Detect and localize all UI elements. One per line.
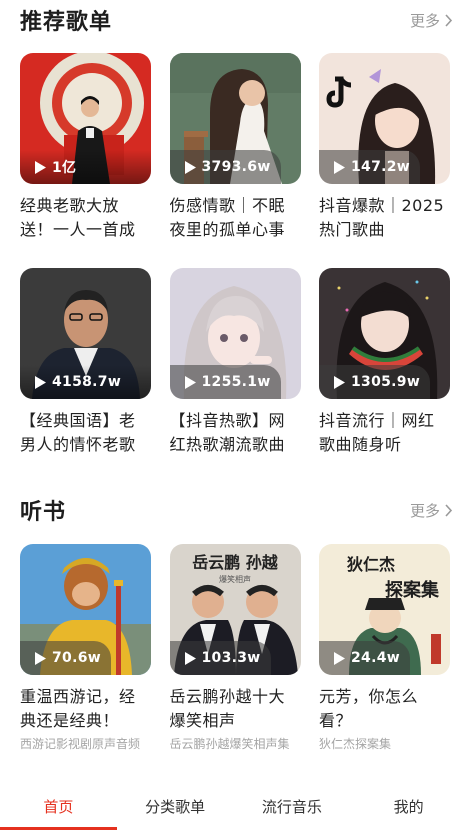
play-icon bbox=[334, 651, 345, 665]
audiobook-cover: 狄仁杰 探案集 24.4w bbox=[319, 544, 450, 675]
playlist-cover: 3793.6w bbox=[169, 53, 301, 184]
more-label: 更多 bbox=[409, 501, 440, 520]
recommended-playlists-header: 推荐歌单 更多 bbox=[20, 4, 453, 36]
play-count-overlay: 103.3w bbox=[169, 641, 271, 675]
playlist-card[interactable]: 4158.7w 【经典国语】老男人的情怀老歌 bbox=[20, 268, 151, 457]
tab-mine[interactable]: 我的 bbox=[350, 783, 467, 830]
play-count-overlay: 1305.9w bbox=[319, 365, 431, 399]
playlist-cover: 1亿 bbox=[20, 53, 151, 184]
audiobook-subtitle: 狄仁杰探案集 bbox=[319, 737, 392, 751]
play-count-overlay: 3793.6w bbox=[169, 150, 281, 184]
playlist-card[interactable]: 3793.6w 伤感情歌｜不眠夜里的孤单心事 bbox=[169, 53, 301, 242]
play-count-overlay: 24.4w bbox=[319, 641, 410, 675]
play-count: 24.4w bbox=[351, 650, 400, 666]
play-count: 4158.7w bbox=[52, 374, 122, 390]
playlist-title: 【抖音热歌】网红热歌潮流歌曲 bbox=[169, 411, 286, 454]
cover-subtitle: 爆笑相声 bbox=[219, 574, 251, 584]
audiobook-header: 听书 更多 bbox=[20, 494, 453, 526]
audiobook-subtitle: 西游记影视剧原声音频 bbox=[20, 737, 141, 751]
play-icon bbox=[35, 375, 46, 389]
play-count-overlay: 1255.1w bbox=[169, 365, 281, 399]
playlist-title: 【经典国语】老男人的情怀老歌 bbox=[20, 411, 136, 454]
playlist-card[interactable]: 1亿 经典老歌大放送！一人一首成名曲 bbox=[20, 53, 151, 242]
play-count-overlay: 1亿 bbox=[20, 150, 151, 184]
play-count: 1255.1w bbox=[201, 374, 271, 390]
audiobook-title: 元芳，你怎么看？ bbox=[319, 687, 419, 730]
playlist-title: 伤感情歌｜不眠夜里的孤单心事 bbox=[169, 196, 286, 239]
play-icon bbox=[184, 651, 196, 665]
play-count-overlay: 70.6w bbox=[20, 641, 111, 675]
playlist-card[interactable]: 1305.9w 抖音流行｜网红歌曲随身听 bbox=[319, 268, 450, 457]
play-icon bbox=[334, 375, 345, 389]
more-button[interactable]: 更多 bbox=[410, 500, 453, 521]
playlist-cover: 147.2w bbox=[319, 53, 450, 184]
playlist-title: 抖音流行｜网红歌曲随身听 bbox=[319, 411, 435, 454]
audiobook-card[interactable]: 岳云鹏 孙越 爆笑相声 103.3w 岳云鹏孙越十大爆笑相声 岳云鹏孙越爆笑相声… bbox=[169, 544, 301, 752]
bottom-tab-bar: 首页 分类歌单 流行音乐 我的 bbox=[0, 783, 467, 830]
section-title: 听书 bbox=[20, 500, 67, 525]
playlist-title: 经典老歌大放送！一人一首成名曲 bbox=[20, 196, 136, 239]
play-count: 1305.9w bbox=[351, 374, 421, 390]
cover-title: 狄仁杰 bbox=[346, 555, 395, 574]
more-label: 更多 bbox=[409, 11, 440, 30]
section-title: 推荐歌单 bbox=[20, 10, 113, 35]
audiobook-title: 岳云鹏孙越十大爆笑相声 bbox=[169, 687, 286, 730]
audiobook-card[interactable]: 狄仁杰 探案集 24.4w 元芳，你怎么看？ 狄仁杰探案集 bbox=[319, 544, 450, 752]
audiobook-card[interactable]: 70.6w 重温西游记，经典还是经典！ 西游记影视剧原声音频 bbox=[20, 544, 151, 752]
play-icon bbox=[334, 160, 345, 174]
audiobook-title: 重温西游记，经典还是经典！ bbox=[20, 687, 136, 730]
playlist-title: 抖音爆款｜2025热门歌曲 bbox=[319, 196, 445, 239]
tab-category-playlists[interactable]: 分类歌单 bbox=[117, 783, 234, 830]
chevron-right-icon bbox=[445, 503, 453, 517]
play-count-overlay: 4158.7w bbox=[20, 365, 151, 399]
cover-title: 探案集 bbox=[385, 579, 440, 601]
play-count-overlay: 147.2w bbox=[319, 150, 421, 184]
play-count: 70.6w bbox=[52, 650, 101, 666]
playlist-card[interactable]: 1255.1w 【抖音热歌】网红热歌潮流歌曲 bbox=[169, 268, 301, 457]
more-button[interactable]: 更多 bbox=[410, 10, 453, 31]
tab-pop-music[interactable]: 流行音乐 bbox=[234, 783, 351, 830]
play-count: 103.3w bbox=[201, 650, 261, 666]
audiobook-cover: 岳云鹏 孙越 爆笑相声 103.3w bbox=[169, 544, 301, 675]
chevron-right-icon bbox=[445, 13, 453, 27]
play-icon bbox=[184, 160, 196, 174]
tab-home[interactable]: 首页 bbox=[0, 783, 117, 830]
audiobook-cover: 70.6w bbox=[20, 544, 151, 675]
playlist-card[interactable]: 147.2w 抖音爆款｜2025热门歌曲 bbox=[319, 53, 450, 242]
playlist-cover: 1305.9w bbox=[319, 268, 450, 399]
play-icon bbox=[35, 160, 46, 174]
playlist-cover: 4158.7w bbox=[20, 268, 151, 399]
play-count: 147.2w bbox=[351, 159, 411, 175]
play-icon bbox=[35, 651, 46, 665]
cover-title: 岳云鹏 孙越 bbox=[192, 553, 279, 572]
play-count: 1亿 bbox=[52, 160, 77, 176]
audiobook-subtitle: 岳云鹏孙越爆笑相声集 bbox=[169, 737, 290, 751]
play-icon bbox=[184, 375, 196, 389]
play-count: 3793.6w bbox=[201, 159, 271, 175]
playlist-cover: 1255.1w bbox=[169, 268, 301, 399]
